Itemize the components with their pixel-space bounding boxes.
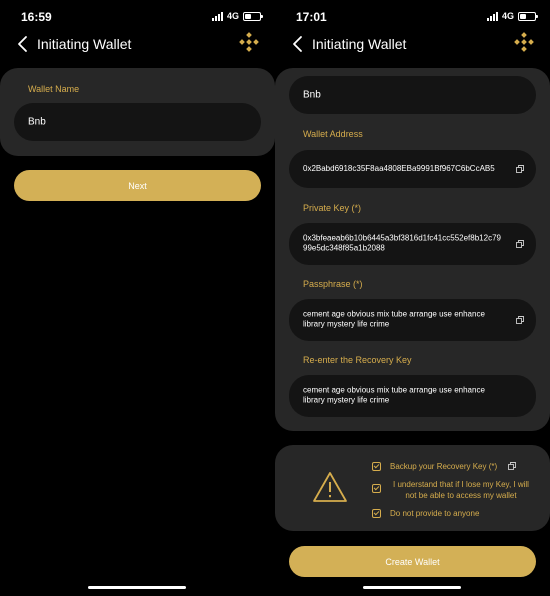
copy-icon[interactable] xyxy=(516,316,524,324)
wallet-name-card: Wallet Name Bnb xyxy=(0,68,275,156)
status-icons: 4G xyxy=(211,11,263,21)
wallet-name-value: Bnb xyxy=(303,89,321,101)
wallet-name-label: Wallet Name xyxy=(28,84,80,94)
check-understand-row[interactable]: I understand that if I lose my Key, I wi… xyxy=(372,479,532,501)
copy-icon[interactable] xyxy=(516,165,524,173)
reenter-recovery-input[interactable]: cement age obvious mix tube arrange use … xyxy=(289,375,536,417)
chevron-left-icon[interactable] xyxy=(16,34,30,54)
battery-level xyxy=(245,13,252,19)
copy-icon[interactable] xyxy=(508,462,517,470)
wallet-details-screen: 17:01 4G Initiating Wallet Bnb Wallet Ad… xyxy=(275,0,550,596)
backup-checkbox[interactable] xyxy=(372,462,381,471)
create-wallet-button[interactable]: Create Wallet xyxy=(289,546,536,577)
signal-icon xyxy=(211,11,223,21)
chevron-left-icon[interactable] xyxy=(291,34,305,54)
wallet-name-value: Bnb xyxy=(28,116,46,128)
wallet-details-card: Bnb Wallet Address 0x2Babd6918c35F8aa480… xyxy=(275,68,550,431)
private-key-value: 0x3bfeaeab6b10b6445a3bf3816d1fc41cc552ef… xyxy=(303,233,501,253)
wallet-address-field[interactable]: 0x2Babd6918c35F8aa4808EBa9991Bf967C6bCcA… xyxy=(289,150,536,188)
network-type: 4G xyxy=(226,11,239,21)
battery-icon xyxy=(518,11,538,21)
backup-check-label: Backup your Recovery Key (*) xyxy=(390,462,498,471)
battery-level xyxy=(520,13,527,19)
battery-icon xyxy=(243,11,263,21)
check-private-row[interactable]: Do not provide to anyone xyxy=(372,508,479,519)
wallet-name-input[interactable]: Bnb xyxy=(14,103,261,141)
reenter-recovery-value: cement age obvious mix tube arrange use … xyxy=(303,385,485,405)
understand-checkbox[interactable] xyxy=(372,484,381,493)
status-icons: 4G xyxy=(486,11,538,21)
status-time: 16:59 xyxy=(21,10,52,24)
status-bar: 17:01 4G xyxy=(275,0,550,32)
private-key-field[interactable]: 0x3bfeaeab6b10b6445a3bf3816d1fc41cc552ef… xyxy=(289,223,536,265)
wallet-address-value: 0x2Babd6918c35F8aa4808EBa9991Bf967C6bCcA… xyxy=(303,163,495,173)
home-indicator xyxy=(363,586,461,589)
nav-bar: Initiating Wallet xyxy=(0,30,275,58)
confirmation-card: Backup your Recovery Key (*) I understan… xyxy=(275,445,550,531)
wallet-name-screen: 16:59 4G Initiating Wallet Wallet Name B… xyxy=(0,0,275,596)
passphrase-value: cement age obvious mix tube arrange use … xyxy=(303,309,485,329)
copy-icon[interactable] xyxy=(516,240,524,248)
nav-bar: Initiating Wallet xyxy=(275,30,550,58)
network-type: 4G xyxy=(501,11,514,21)
create-wallet-button-label: Create Wallet xyxy=(385,556,440,567)
reenter-recovery-label: Re-enter the Recovery Key xyxy=(303,355,412,365)
warning-triangle-icon xyxy=(313,472,347,502)
do-not-share-check-label: Do not provide to anyone xyxy=(390,509,480,518)
passphrase-label: Passphrase (*) xyxy=(303,279,363,289)
wallet-address-label: Wallet Address xyxy=(303,129,363,139)
next-button[interactable]: Next xyxy=(14,170,261,201)
status-time: 17:01 xyxy=(296,10,327,24)
status-bar: 16:59 4G xyxy=(0,0,275,32)
wallet-name-field[interactable]: Bnb xyxy=(289,76,536,114)
do-not-share-checkbox[interactable] xyxy=(372,509,381,518)
private-key-label: Private Key (*) xyxy=(303,203,362,213)
page-title: Initiating Wallet xyxy=(37,36,132,52)
check-backup-row[interactable]: Backup your Recovery Key (*) xyxy=(372,461,517,472)
next-button-label: Next xyxy=(128,180,147,191)
passphrase-field[interactable]: cement age obvious mix tube arrange use … xyxy=(289,299,536,341)
binance-logo-icon xyxy=(514,32,534,52)
signal-icon xyxy=(486,11,498,21)
binance-logo-icon xyxy=(239,32,259,52)
page-title: Initiating Wallet xyxy=(312,36,407,52)
understand-check-label: I understand that if I lose my Key, I wi… xyxy=(393,480,529,501)
home-indicator xyxy=(88,586,186,589)
